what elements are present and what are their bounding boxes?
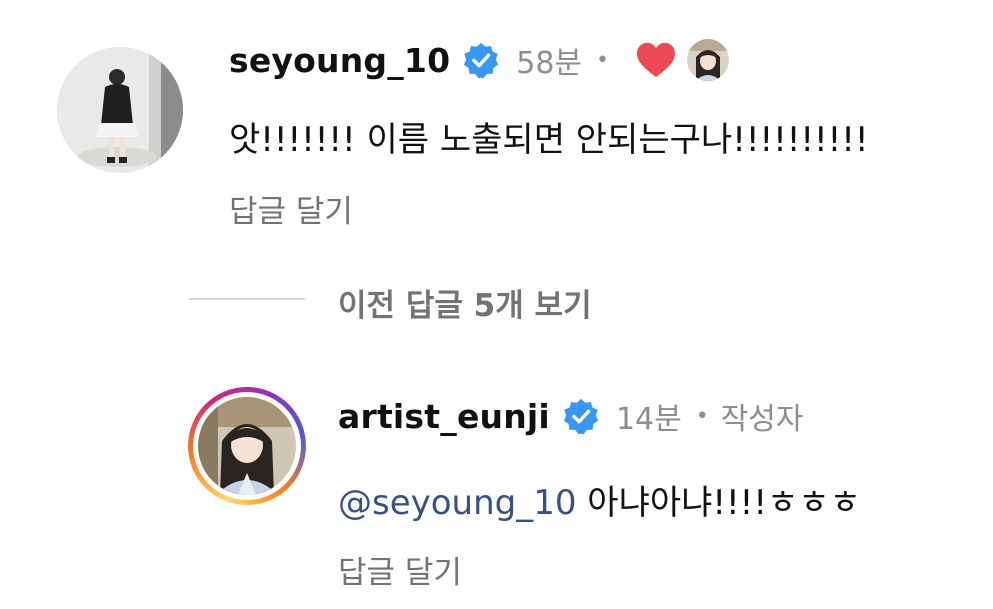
reply-button[interactable]: 답글 달기 [229, 186, 353, 231]
author-avatar-icon [687, 39, 730, 81]
comment-text: 앗!!!!!!! 이름 노출되면 안되는구나!!!!!!!!!! [229, 120, 869, 160]
reply-button[interactable]: 답글 달기 [338, 547, 462, 592]
view-previous-replies-button[interactable]: 이전 답글 5개 보기 [338, 280, 592, 325]
username[interactable]: artist_eunji [338, 397, 550, 436]
author-badge: 작성자 [720, 402, 804, 437]
comment-seyoung: seyoung_10 58분 • 앗!!!!!!! 이름 노출되면 안되는구나!… [0, 0, 993, 260]
replies-divider [189, 298, 305, 300]
reply-artist-eunji: artist_eunji 14분 • 작성자 @seyoung_10 아냐아냐!… [0, 370, 993, 609]
avatar[interactable] [198, 397, 296, 495]
separator-dot: • [596, 47, 610, 73]
username[interactable]: seyoung_10 [229, 41, 450, 80]
avatar-photo-icon [198, 397, 296, 495]
reply-header: artist_eunji 14분 • 작성자 [338, 393, 804, 439]
separator-dot: • [695, 403, 709, 429]
mention-link[interactable]: @seyoung_10 [338, 483, 577, 523]
comment-header: seyoung_10 58분 • [229, 37, 730, 83]
avatar-photo-icon [57, 47, 183, 173]
verified-badge-icon [464, 42, 499, 79]
comment-time: 58분 [516, 46, 583, 81]
author-liked-avatar [687, 39, 730, 81]
reply-time: 14분 [615, 402, 682, 437]
verified-badge-icon [563, 398, 599, 435]
heart-icon[interactable] [635, 41, 677, 79]
avatar[interactable] [57, 47, 183, 173]
story-ring[interactable] [188, 387, 306, 505]
reply-message: 아냐아냐!!!!ㅎㅎㅎ [576, 483, 861, 523]
reply-text: @seyoung_10 아냐아냐!!!!ㅎㅎㅎ [338, 475, 861, 524]
